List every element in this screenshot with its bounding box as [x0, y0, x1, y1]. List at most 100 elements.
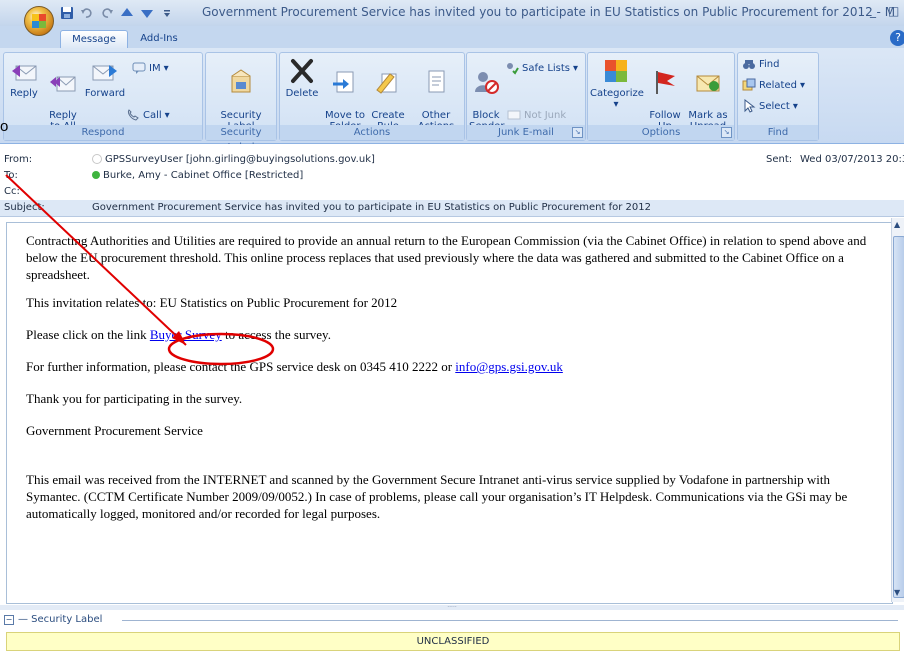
buyer-survey-link[interactable]: Buyer Survey: [150, 327, 222, 342]
create-rule-icon: [376, 73, 397, 94]
reply-all-button[interactable]: Reply to All: [44, 57, 82, 132]
to-field[interactable]: Burke, Amy - Cabinet Office [Restricted]: [92, 170, 303, 181]
categorize-button[interactable]: Categorize ▾: [590, 57, 644, 110]
safe-lists-button[interactable]: Safe Lists ▾: [505, 61, 578, 75]
binoculars-icon: [743, 60, 755, 69]
ribbon-tabs: Message Add-Ins ?: [0, 26, 904, 49]
scroll-up-icon[interactable]: ▲: [894, 220, 900, 229]
delete-button[interactable]: Delete: [284, 57, 320, 99]
follow-up-flag-icon: [656, 71, 675, 94]
create-rule-button[interactable]: Create Rule: [370, 57, 406, 132]
message-body: Contracting Authorities and Utilities ar…: [26, 232, 886, 522]
previous-item-icon[interactable]: [120, 6, 134, 20]
respond-group: Reply Reply to All Forward: [3, 52, 203, 141]
message-header: From: GPSSurveyUser [john.girling@buying…: [0, 144, 904, 217]
select-button[interactable]: Select ▾: [742, 99, 798, 113]
find-group-label: Find: [738, 125, 818, 140]
security-label-pane-header: − — Security Label: [0, 613, 904, 629]
mark-as-unread-icon: [696, 75, 720, 92]
sent-value: Wed 03/07/2013 20:35: [800, 154, 904, 165]
outlook-message-window: Government Procurement Service has invit…: [0, 0, 904, 655]
subject-value: Government Procurement Service has invit…: [92, 202, 651, 213]
from-label: From:: [4, 154, 33, 165]
window-controls: _ □ x: [870, 4, 904, 18]
undo-icon[interactable]: [80, 6, 94, 20]
help-icon[interactable]: ?: [890, 30, 904, 46]
not-junk-icon: [507, 110, 521, 120]
tab-message[interactable]: Message: [60, 30, 128, 49]
maximize-button[interactable]: □: [888, 4, 899, 18]
follow-up-button[interactable]: Follow Up: [646, 57, 684, 132]
respond-group-label: Respond: [4, 125, 202, 140]
ribbon: Reply Reply to All Forward: [0, 48, 904, 153]
collapse-toggle-icon[interactable]: −: [4, 615, 14, 625]
options-group: Categorize▾ Follow Up Mark as Unread Opt…: [587, 52, 735, 141]
other-actions-button[interactable]: Other Actions: [414, 57, 458, 132]
window-title: Government Procurement Service has invit…: [202, 5, 896, 19]
call-button[interactable]: Call ▾: [126, 108, 170, 122]
body-paragraph-signature: Government Procurement Service: [26, 423, 203, 438]
support-email-link[interactable]: info@gps.gsi.gov.uk: [455, 359, 563, 374]
security-label-title: — Security Label: [18, 614, 103, 625]
security-label-group-label: Security Label: [206, 125, 276, 153]
vertical-scrollbar[interactable]: ▲ ▼: [891, 218, 904, 602]
other-actions-icon: [428, 70, 445, 93]
customize-qat-icon[interactable]: [160, 6, 174, 20]
body-paragraph-survey-link: Please click on the link Buyer Survey to…: [26, 327, 331, 342]
security-label-icon: [231, 69, 251, 93]
forward-button[interactable]: Forward: [84, 57, 126, 99]
junk-email-dialog-launcher-icon[interactable]: ↘: [572, 127, 583, 138]
related-icon: [742, 78, 756, 91]
move-to-folder-icon: [333, 71, 354, 93]
cropped-text-fragment: o: [0, 118, 9, 135]
next-item-icon[interactable]: [140, 6, 154, 20]
categorize-icon: [605, 60, 627, 82]
actions-group-label: Actions: [280, 125, 464, 140]
find-button[interactable]: Find: [742, 57, 780, 71]
reply-all-icon: [50, 76, 76, 92]
block-sender-icon: [475, 72, 499, 94]
sent-label: Sent:: [766, 154, 793, 165]
office-button[interactable]: [24, 6, 54, 36]
related-button[interactable]: Related ▾: [742, 78, 805, 92]
options-group-label: Options: [588, 125, 734, 140]
subject-label: Subject:: [4, 202, 45, 213]
forward-icon: [92, 65, 117, 81]
cc-label: Cc:: [4, 186, 20, 197]
not-junk-button[interactable]: Not Junk: [507, 108, 566, 122]
move-to-folder-button[interactable]: Move to Folder: [324, 57, 366, 132]
junk-email-group: Block Sender Safe Lists▾ Not Junk Junk E…: [466, 52, 586, 141]
reply-button[interactable]: Reply: [6, 57, 42, 99]
presence-online-icon: [92, 171, 100, 179]
options-dialog-launcher-icon[interactable]: ↘: [721, 127, 732, 138]
block-sender-button[interactable]: Block Sender: [469, 57, 504, 132]
save-icon[interactable]: [60, 6, 74, 20]
im-button[interactable]: IM ▾: [132, 61, 169, 75]
body-paragraph-contact: For further information, please contact …: [26, 359, 563, 374]
subject-bar: Subject: Government Procurement Service …: [0, 200, 904, 216]
divider-line: [122, 620, 898, 621]
scroll-thumb[interactable]: [893, 236, 904, 598]
security-label-button[interactable]: Security Label: [216, 57, 266, 132]
title-bar: Government Procurement Service has invit…: [0, 0, 904, 26]
from-field[interactable]: GPSSurveyUser [john.girling@buyingsoluti…: [92, 154, 375, 165]
presence-unknown-icon: [92, 154, 102, 164]
actions-group: Delete Move to Folder Create Rule: [279, 52, 465, 141]
security-label-group: Security Label Security Label: [205, 52, 277, 153]
to-label: To:: [4, 170, 18, 181]
reply-icon: [12, 65, 37, 81]
tab-add-ins[interactable]: Add-Ins: [134, 30, 184, 48]
redo-icon[interactable]: [100, 6, 114, 20]
pane-splitter[interactable]: ·····: [0, 605, 904, 611]
delete-x-icon: [291, 59, 313, 83]
mark-as-unread-button[interactable]: Mark as Unread: [686, 57, 730, 132]
phone-icon: [128, 109, 139, 121]
quick-access-toolbar: [60, 5, 174, 21]
find-group: Find Related ▾ Select ▾ Find: [737, 52, 819, 141]
minimize-button[interactable]: _: [870, 4, 876, 18]
body-paragraph-invitation: This invitation relates to: EU Statistic…: [26, 295, 398, 310]
scroll-down-icon[interactable]: ▼: [894, 588, 900, 597]
body-paragraph-intro: Contracting Authorities and Utilities ar…: [26, 233, 867, 282]
office-logo-icon: [32, 14, 46, 28]
safe-lists-icon: [507, 63, 519, 75]
